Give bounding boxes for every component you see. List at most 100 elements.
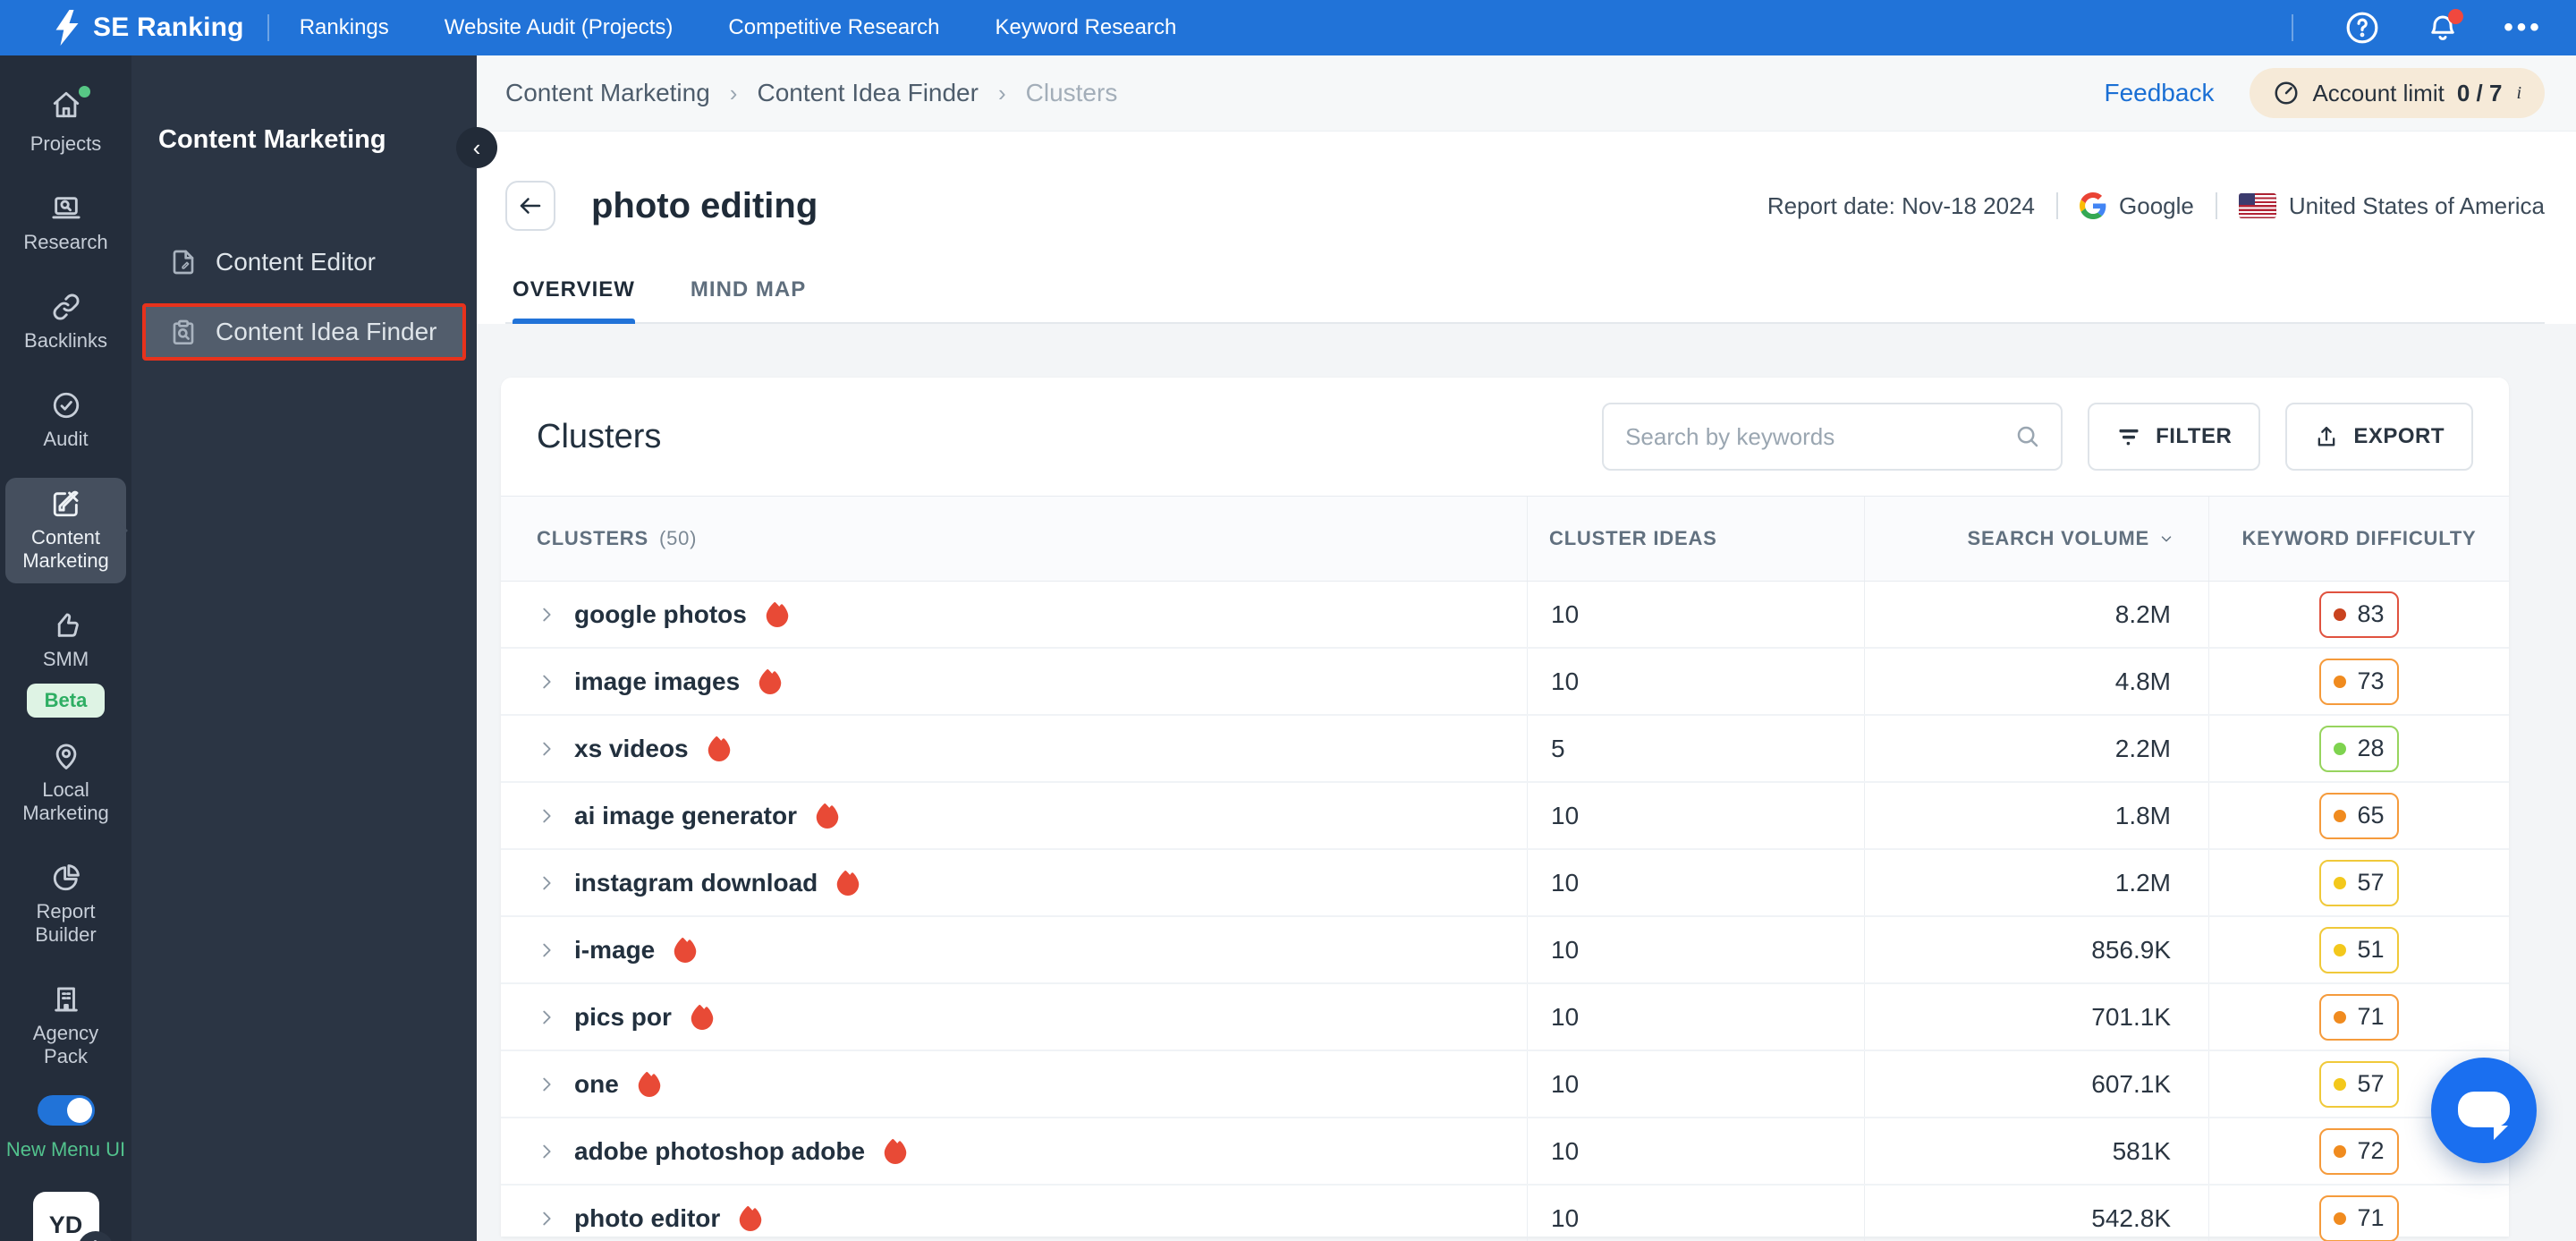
new-menu-ui-label: New Menu UI (5, 1138, 126, 1160)
nav-rankings[interactable]: Rankings (300, 15, 389, 40)
expand-chevron-icon[interactable] (537, 605, 556, 625)
table-header: CLUSTERS (50) CLUSTER IDEAS SEARCH VOLUM… (501, 496, 2509, 582)
map-pin-icon (55, 744, 76, 769)
cluster-name: one (574, 1069, 619, 1098)
cluster-name-cell[interactable]: image images (501, 649, 1527, 714)
rail-item-audit[interactable]: Audit (5, 379, 126, 462)
cluster-row[interactable]: xs videos 5 2.2M 28 (501, 716, 2509, 783)
content-editor-icon (173, 250, 194, 275)
flame-icon (674, 937, 697, 963)
flame-icon (837, 870, 860, 896)
rail-item-local-marketing[interactable]: Local Marketing (5, 730, 126, 836)
chat-widget-button[interactable] (2431, 1058, 2537, 1163)
cluster-row[interactable]: adobe photoshop adobe 10 581K 72 (501, 1118, 2509, 1186)
cluster-name-cell[interactable]: photo editor (501, 1186, 1527, 1241)
cluster-row[interactable]: ai image generator 10 1.8M 65 (501, 783, 2509, 850)
panel-collapse-icon[interactable]: ‹ (456, 127, 497, 168)
export-button[interactable]: EXPORT (2285, 403, 2473, 471)
back-button[interactable] (505, 181, 555, 231)
expand-chevron-icon[interactable] (537, 739, 556, 759)
thumbs-up-icon (57, 613, 79, 637)
keyword-difficulty-cell: 65 (2208, 783, 2509, 848)
cluster-name-cell[interactable]: google photos (501, 582, 1527, 647)
expand-chevron-icon[interactable] (537, 1209, 556, 1228)
nav-competitive-research[interactable]: Competitive Research (728, 15, 939, 40)
cluster-row[interactable]: photo editor 10 542.8K 71 (501, 1186, 2509, 1241)
cluster-name: pics por (574, 1002, 672, 1031)
rail-label-content-marketing: Content Marketing (22, 526, 109, 572)
cluster-name-cell[interactable]: adobe photoshop adobe (501, 1118, 1527, 1184)
keyword-difficulty-cell: 83 (2208, 582, 2509, 647)
keyword-search[interactable] (1602, 403, 2063, 471)
col-cluster-ideas[interactable]: CLUSTER IDEAS (1549, 527, 1717, 550)
research-icon (51, 197, 80, 219)
filter-button[interactable]: FILTER (2088, 403, 2261, 471)
rail-item-projects[interactable]: Projects (5, 79, 126, 166)
cluster-name-cell[interactable]: xs videos (501, 716, 1527, 781)
cluster-name-cell[interactable]: one (501, 1051, 1527, 1117)
kd-badge: 51 (2319, 926, 2399, 973)
cluster-row[interactable]: pics por 10 701.1K 71 (501, 984, 2509, 1051)
expand-chevron-icon[interactable] (537, 1142, 556, 1161)
breadcrumb-content-marketing[interactable]: Content Marketing (505, 79, 710, 107)
rail-item-agency-pack[interactable]: Agency Pack (5, 973, 126, 1079)
brand[interactable]: SE Ranking (54, 10, 244, 46)
cluster-name: ai image generator (574, 801, 797, 829)
filter-label: FILTER (2156, 424, 2233, 448)
col-search-volume[interactable]: SEARCH VOLUME (1967, 527, 2149, 550)
tabs: OVERVIEW MIND MAP (505, 277, 2545, 324)
feedback-link[interactable]: Feedback (2104, 79, 2214, 107)
expand-chevron-icon[interactable] (537, 806, 556, 826)
cluster-row[interactable]: google photos 10 8.2M 83 (501, 582, 2509, 649)
col-keyword-difficulty[interactable]: KEYWORD DIFFICULTY (2241, 527, 2476, 550)
kd-badge: 73 (2319, 658, 2399, 705)
account-limit-badge[interactable]: Account limit 0 / 7 i (2250, 68, 2545, 118)
notifications-bell-icon[interactable] (2426, 9, 2463, 45)
chat-bubble-tail (2494, 1126, 2508, 1140)
rail-label-local-marketing: Local Marketing (22, 778, 109, 824)
kd-dot (2334, 742, 2347, 755)
expand-chevron-icon[interactable] (537, 873, 556, 893)
search-icon (2017, 426, 2038, 447)
nav-website-audit[interactable]: Website Audit (Projects) (445, 15, 674, 40)
kd-badge: 57 (2319, 859, 2399, 906)
col-clusters[interactable]: CLUSTERS (537, 527, 648, 550)
kd-value: 71 (2357, 1003, 2385, 1030)
more-menu-icon[interactable]: ••• (2504, 11, 2540, 45)
cluster-row[interactable]: one 10 607.1K 57 (501, 1051, 2509, 1118)
smm-beta-badge: Beta (26, 684, 106, 718)
new-menu-ui-toggle[interactable] (37, 1095, 95, 1126)
cluster-name-cell[interactable]: pics por (501, 984, 1527, 1050)
cluster-name-cell[interactable]: ai image generator (501, 783, 1527, 848)
expand-chevron-icon[interactable] (537, 940, 556, 960)
cluster-name: photo editor (574, 1203, 721, 1232)
expand-chevron-icon[interactable] (537, 1007, 556, 1027)
cluster-name-cell[interactable]: instagram download (501, 850, 1527, 915)
rail-item-research[interactable]: Research (5, 183, 126, 265)
tab-mind-map[interactable]: MIND MAP (691, 277, 806, 322)
nav-keyword-research[interactable]: Keyword Research (996, 15, 1177, 40)
kd-dot (2334, 1010, 2347, 1024)
search-volume-cell: 2.2M (1864, 716, 2208, 781)
cluster-name-cell[interactable]: i-mage (501, 917, 1527, 982)
rail-item-smm[interactable]: SMM (5, 599, 126, 682)
panel-item-content-idea-finder[interactable]: Content Idea Finder (142, 303, 466, 361)
help-icon[interactable] (2345, 11, 2379, 45)
breadcrumb-separator-icon: › (997, 79, 1006, 106)
expand-chevron-icon[interactable] (537, 1075, 556, 1094)
rail-item-backlinks[interactable]: Backlinks (5, 281, 126, 363)
search-input[interactable] (1625, 422, 2015, 451)
expand-chevron-icon[interactable] (537, 672, 556, 692)
pie-chart-icon (53, 864, 80, 891)
kd-value: 65 (2357, 802, 2385, 829)
breadcrumb-content-idea-finder[interactable]: Content Idea Finder (757, 79, 979, 107)
sort-chevron-down-icon[interactable] (2158, 531, 2174, 547)
cluster-row[interactable]: image images 10 4.8M 73 (501, 649, 2509, 716)
rail-item-content-marketing[interactable]: Content Marketing (5, 478, 128, 583)
tab-overview[interactable]: OVERVIEW (513, 277, 635, 324)
search-engine-label: Google (2119, 191, 2194, 219)
cluster-row[interactable]: instagram download 10 1.2M 57 (501, 850, 2509, 917)
rail-item-report-builder[interactable]: Report Builder (5, 852, 126, 957)
panel-item-content-editor[interactable]: Content Editor (142, 234, 466, 291)
cluster-row[interactable]: i-mage 10 856.9K 51 (501, 917, 2509, 984)
